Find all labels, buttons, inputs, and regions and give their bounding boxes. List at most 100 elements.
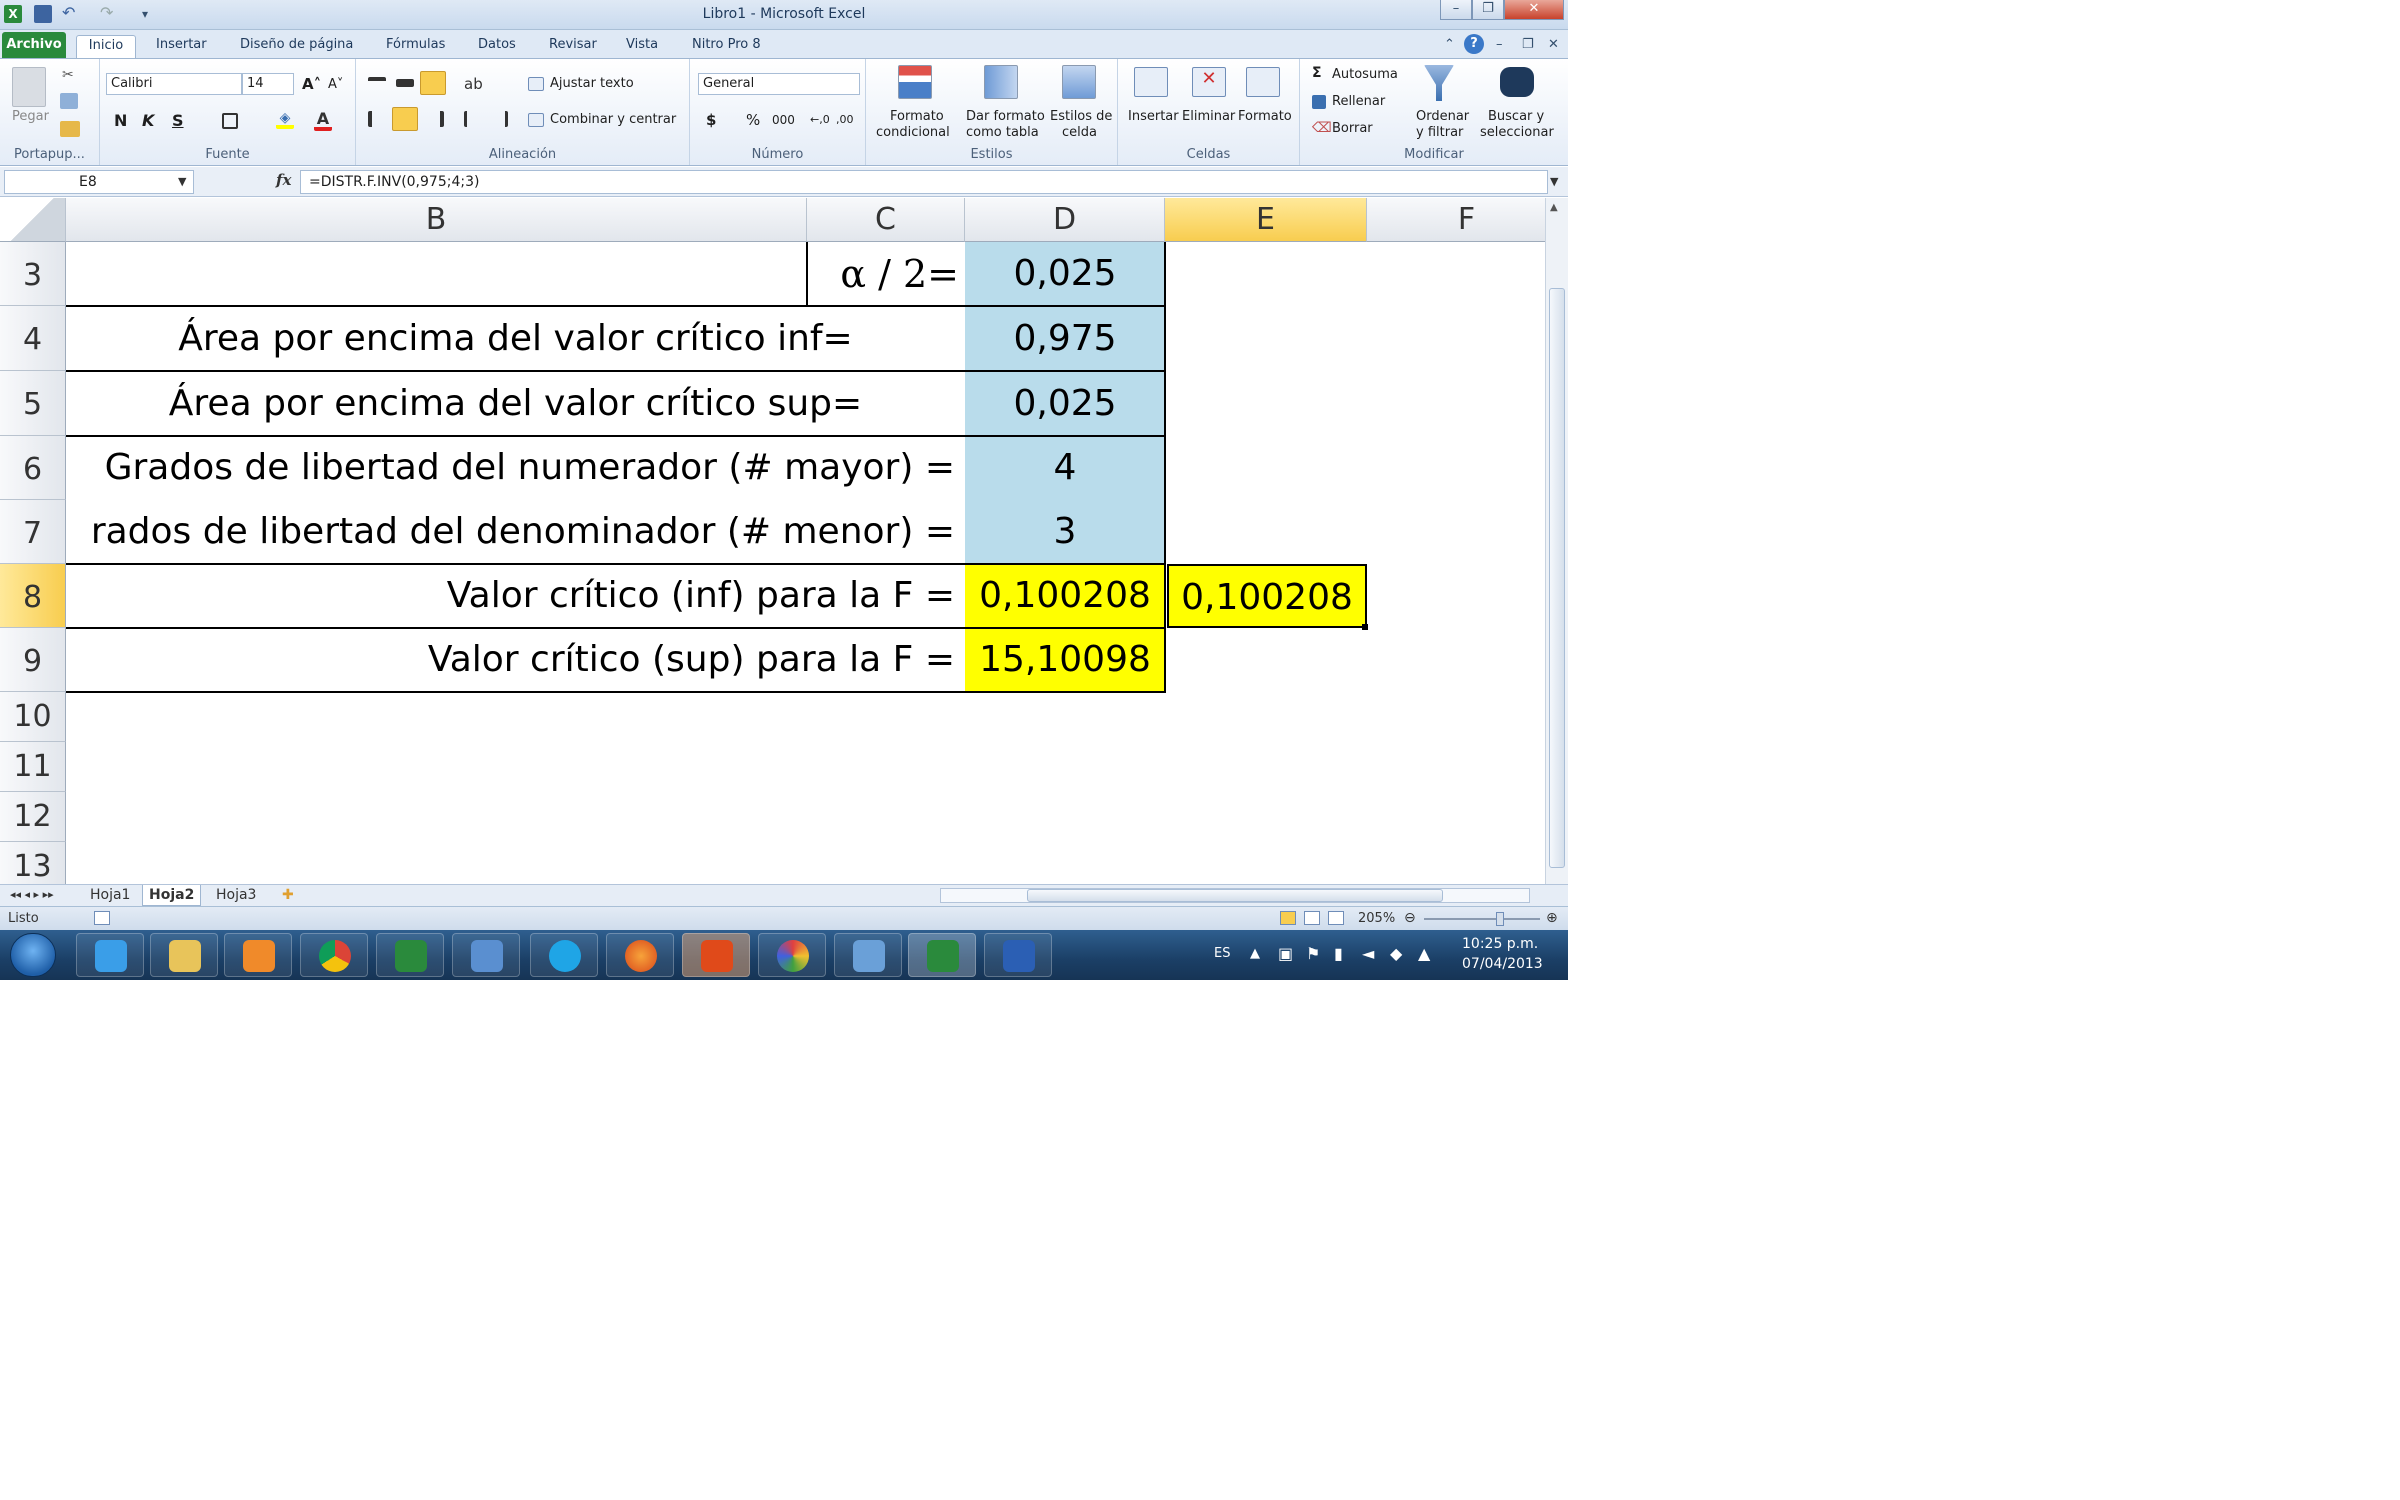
format-as-table-label-2[interactable]: como tabla xyxy=(966,125,1039,140)
decrease-indent-icon[interactable] xyxy=(464,111,482,127)
cell-styles-label-1[interactable]: Estilos de xyxy=(1050,109,1112,124)
borders-icon[interactable] xyxy=(222,113,238,129)
sheet-tab-hoja2[interactable]: Hoja2 xyxy=(142,885,202,906)
fill-color-icon[interactable]: ◈ xyxy=(276,111,294,129)
page-break-view-icon[interactable] xyxy=(1328,911,1344,925)
insert-sheet-icon[interactable]: ✚ xyxy=(276,885,300,906)
cell-d8[interactable]: 0,100208 xyxy=(965,564,1165,628)
row-header-3[interactable]: 3 xyxy=(0,242,66,306)
thousands-button[interactable]: 000 xyxy=(772,113,795,127)
find-select-icon[interactable] xyxy=(1500,67,1534,97)
row-header-12[interactable]: 12 xyxy=(0,792,66,842)
action-center-icon[interactable]: ⚑ xyxy=(1306,944,1320,963)
align-left-icon[interactable] xyxy=(368,111,386,127)
column-header-c[interactable]: C xyxy=(807,198,965,242)
taskbar-app[interactable] xyxy=(452,933,520,977)
spreadsheet-grid[interactable]: B C D E F 3 4 5 6 7 8 9 10 11 12 13 0,02… xyxy=(0,198,1545,884)
tab-view[interactable]: Vista xyxy=(622,35,662,58)
grow-font-icon[interactable]: A˄ xyxy=(302,75,321,93)
tab-review[interactable]: Revisar xyxy=(545,35,601,58)
find-select-label-2[interactable]: seleccionar xyxy=(1480,125,1554,140)
format-cells-icon[interactable] xyxy=(1246,67,1280,97)
underline-button[interactable]: S xyxy=(172,111,184,130)
cell-styles-icon[interactable] xyxy=(1062,65,1096,99)
taskbar-photos[interactable] xyxy=(834,933,902,977)
row-header-9[interactable]: 9 xyxy=(0,628,66,692)
ribbon-minimize-icon[interactable]: – xyxy=(1492,35,1507,58)
drive-icon[interactable]: ▲ xyxy=(1418,944,1430,963)
taskbar-chrome[interactable] xyxy=(300,933,368,977)
zoom-slider[interactable] xyxy=(1424,918,1540,920)
align-center-icon[interactable] xyxy=(392,107,418,131)
insert-cells-button[interactable]: Insertar xyxy=(1128,109,1179,124)
horizontal-scroll-thumb[interactable] xyxy=(1027,889,1443,902)
close-button[interactable]: ✕ xyxy=(1504,0,1564,20)
delete-cells-icon[interactable]: ✕ xyxy=(1192,67,1226,97)
expand-formula-bar-icon[interactable]: ▼ xyxy=(1550,175,1558,188)
taskbar-skype[interactable] xyxy=(530,933,598,977)
taskbar-explorer[interactable] xyxy=(150,933,218,977)
font-size-select[interactable]: 14 xyxy=(242,73,294,95)
merge-center-icon[interactable] xyxy=(528,113,544,127)
restore-button[interactable]: ❐ xyxy=(1472,0,1504,20)
taskbar-paint[interactable] xyxy=(758,933,826,977)
row-header-10[interactable]: 10 xyxy=(0,692,66,742)
collapse-ribbon-icon[interactable]: ⌃ xyxy=(1440,35,1459,58)
cell-c3[interactable]: α / 2= xyxy=(807,242,965,306)
cell-d6[interactable]: 4 xyxy=(965,436,1165,500)
cell-e8[interactable]: 0,100208 xyxy=(1167,564,1367,628)
language-indicator[interactable]: ES xyxy=(1214,946,1230,961)
name-box-dropdown-icon[interactable]: ▼ xyxy=(178,175,186,188)
align-middle-icon[interactable] xyxy=(396,79,414,87)
insert-function-icon[interactable]: fx xyxy=(276,171,291,189)
vertical-scrollbar[interactable]: ▲ xyxy=(1545,198,1568,884)
taskbar-word[interactable] xyxy=(984,933,1052,977)
sort-filter-label-2[interactable]: y filtrar xyxy=(1416,125,1463,140)
bold-button[interactable]: N xyxy=(114,111,127,130)
row-header-8[interactable]: 8 xyxy=(0,564,66,628)
zoom-in-icon[interactable]: ⊕ xyxy=(1546,910,1558,926)
tab-page-layout[interactable]: Diseño de página xyxy=(236,35,357,58)
decrease-decimal-button[interactable]: ,00 xyxy=(836,113,854,126)
macro-record-icon[interactable] xyxy=(94,911,110,925)
cell-b6[interactable]: Grados de libertad del numerador (# mayo… xyxy=(66,436,965,500)
fill-button[interactable]: Rellenar xyxy=(1332,94,1385,109)
row-header-13[interactable]: 13 xyxy=(0,842,66,884)
taskbar-firefox[interactable] xyxy=(606,933,674,977)
column-header-e[interactable]: E xyxy=(1165,198,1367,242)
align-top-icon[interactable] xyxy=(368,77,386,87)
taskbar-excel[interactable] xyxy=(908,933,976,977)
cell-d7[interactable]: 3 xyxy=(965,500,1165,564)
format-as-table-icon[interactable] xyxy=(984,65,1018,99)
cell-styles-label-2[interactable]: celda xyxy=(1062,125,1097,140)
row-header-6[interactable]: 6 xyxy=(0,436,66,500)
tray-expand-icon[interactable]: ▲ xyxy=(1250,946,1260,961)
horizontal-scrollbar[interactable] xyxy=(940,888,1530,903)
tab-data[interactable]: Datos xyxy=(474,35,520,58)
tab-file[interactable]: Archivo xyxy=(2,32,66,58)
increase-indent-icon[interactable] xyxy=(490,111,508,127)
clock-date[interactable]: 07/04/2013 xyxy=(1462,956,1543,972)
network-icon[interactable]: ▮ xyxy=(1334,944,1343,963)
sort-filter-icon[interactable] xyxy=(1424,65,1454,101)
increase-decimal-button[interactable]: ←,0 xyxy=(810,113,830,126)
row-header-5[interactable]: 5 xyxy=(0,371,66,436)
select-all-corner[interactable] xyxy=(0,198,66,242)
dropbox-icon[interactable]: ◆ xyxy=(1390,944,1402,963)
orientation-icon[interactable]: ab xyxy=(464,75,484,93)
format-painter-icon[interactable] xyxy=(60,121,80,137)
zoom-slider-thumb[interactable] xyxy=(1496,912,1504,926)
paste-button[interactable]: Pegar xyxy=(12,109,49,124)
zoom-level[interactable]: 205% xyxy=(1358,911,1395,926)
sheet-tab-hoja1[interactable]: Hoja1 xyxy=(84,885,136,906)
wrap-text-button[interactable]: Ajustar texto xyxy=(550,76,634,91)
column-header-f[interactable]: F xyxy=(1367,198,1545,242)
find-select-label-1[interactable]: Buscar y xyxy=(1488,109,1544,124)
ribbon-close-icon[interactable]: ✕ xyxy=(1544,35,1563,58)
fill-handle[interactable] xyxy=(1362,624,1368,630)
page-layout-view-icon[interactable] xyxy=(1304,911,1320,925)
tab-formulas[interactable]: Fórmulas xyxy=(382,35,449,58)
tab-home[interactable]: Inicio xyxy=(76,35,136,58)
clear-button[interactable]: Borrar xyxy=(1332,121,1373,136)
row-header-11[interactable]: 11 xyxy=(0,742,66,792)
